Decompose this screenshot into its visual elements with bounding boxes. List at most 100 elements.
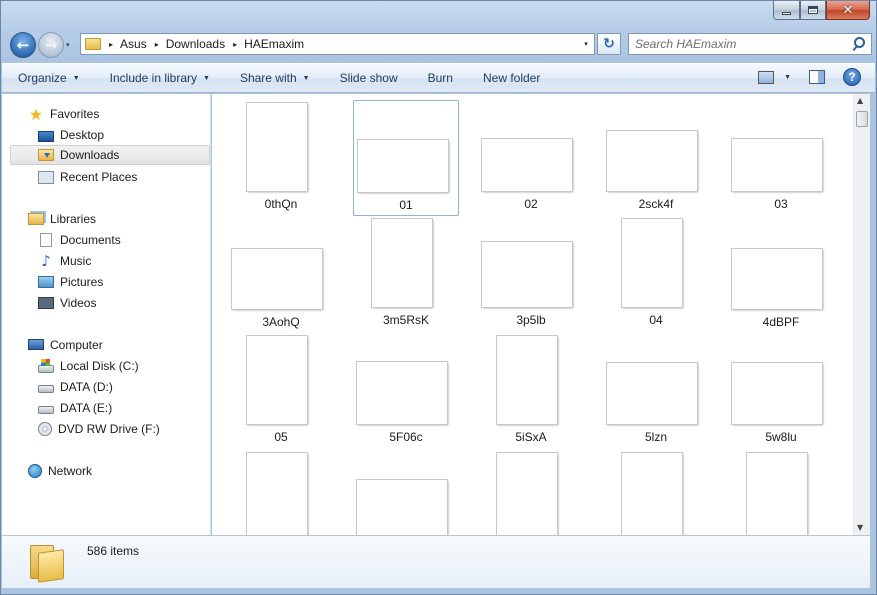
photo-thumbnail[interactable] [357, 139, 449, 193]
breadcrumb-separator[interactable]: ▸ [155, 40, 159, 49]
file-item[interactable]: 5lzn [603, 333, 709, 449]
file-item[interactable]: 2sck4f [603, 100, 709, 216]
share-with-button[interactable]: Share with ▼ [240, 71, 310, 85]
file-name: 04 [649, 313, 663, 327]
caption-buttons: ✕ [773, 1, 870, 20]
nav-item-documents[interactable]: Documents [38, 230, 121, 250]
include-in-library-button[interactable]: Include in library ▼ [110, 71, 210, 85]
file-item[interactable]: 3m5RsK [353, 216, 459, 332]
file-item[interactable] [228, 450, 334, 535]
help-icon[interactable]: ? [843, 68, 861, 86]
file-item[interactable]: 5F06c [353, 333, 459, 449]
photo-thumbnail[interactable] [496, 452, 558, 535]
maximize-button[interactable] [800, 1, 826, 20]
close-button[interactable]: ✕ [826, 1, 870, 20]
slide-show-button[interactable]: Slide show [340, 71, 398, 85]
recent-places-icon [38, 170, 54, 184]
breadcrumb-separator[interactable]: ▸ [109, 40, 113, 49]
favorites-group[interactable]: ★ Favorites [28, 104, 100, 124]
new-folder-button[interactable]: New folder [483, 71, 540, 85]
forward-button[interactable]: → [38, 32, 64, 58]
photo-thumbnail[interactable] [746, 452, 808, 535]
file-item[interactable]: 0thQn [228, 100, 334, 216]
file-name: 5lzn [644, 430, 667, 444]
refresh-icon: ↻ [603, 36, 615, 52]
minimize-button[interactable] [773, 1, 800, 20]
file-item[interactable]: 3AohQ [228, 216, 334, 332]
organize-button[interactable]: Organize ▼ [18, 71, 80, 85]
nav-item-data-d[interactable]: DATA (D:) [38, 377, 113, 397]
photo-thumbnail[interactable] [496, 335, 558, 425]
refresh-button[interactable]: ↻ [597, 33, 621, 55]
breadcrumb-separator[interactable]: ▸ [233, 40, 237, 49]
photo-thumbnail[interactable] [246, 102, 308, 192]
file-item[interactable]: 4dBPF [728, 216, 834, 332]
file-item[interactable] [478, 450, 584, 535]
nav-item-recent-places[interactable]: Recent Places [38, 167, 137, 187]
file-item[interactable]: 01 [353, 100, 459, 216]
photo-thumbnail[interactable] [606, 362, 698, 425]
nav-item-dvd-drive[interactable]: DVD RW Drive (F:) [38, 419, 160, 439]
photo-thumbnail[interactable] [481, 241, 573, 308]
file-item[interactable]: 3p5lb [478, 216, 584, 332]
photo-thumbnail[interactable] [246, 335, 308, 425]
preview-pane-icon[interactable] [809, 70, 825, 84]
libraries-group[interactable]: Libraries [28, 209, 96, 229]
file-item[interactable]: 5w8lu [728, 333, 834, 449]
computer-group[interactable]: Computer [28, 335, 103, 355]
file-name: 3AohQ [262, 315, 300, 329]
recent-pages-dropdown[interactable]: ▾ [66, 41, 70, 49]
photo-thumbnail[interactable] [246, 452, 308, 535]
photo-thumbnail[interactable] [731, 138, 823, 192]
file-name: 5F06c [389, 430, 423, 444]
scroll-up-arrow[interactable]: ▲ [857, 96, 863, 105]
back-button[interactable]: ← [10, 32, 36, 58]
vertical-scrollbar[interactable]: ▲ ▼ [853, 94, 870, 535]
photo-thumbnail[interactable] [731, 248, 823, 310]
nav-item-label: DVD RW Drive (F:) [58, 422, 160, 436]
file-item[interactable] [728, 450, 834, 535]
file-item[interactable]: 04 [603, 216, 709, 332]
more-options-dropdown[interactable]: ▼ [784, 74, 791, 81]
nav-item-music[interactable]: ♪ Music [38, 251, 91, 271]
photo-thumbnail[interactable] [606, 130, 698, 192]
photo-thumbnail[interactable] [481, 138, 573, 192]
photo-thumbnail[interactable] [621, 218, 683, 308]
breadcrumb-asus[interactable]: Asus [120, 37, 147, 51]
photo-thumbnail[interactable] [371, 218, 433, 308]
breadcrumb-haemaxim[interactable]: HAEmaxim [244, 37, 304, 51]
change-view-icon[interactable] [758, 70, 775, 84]
share-with-label: Share with [239, 71, 297, 85]
search-icon[interactable] [851, 36, 867, 52]
breadcrumb-downloads[interactable]: Downloads [166, 37, 225, 51]
nav-item-label: Documents [60, 233, 121, 247]
file-item[interactable] [603, 450, 709, 535]
include-in-library-label: Include in library [109, 71, 198, 85]
photo-thumbnail[interactable] [231, 248, 323, 310]
photo-thumbnail[interactable] [356, 479, 448, 535]
file-item[interactable]: 5iSxA [478, 333, 584, 449]
file-item[interactable]: 02 [478, 100, 584, 216]
scroll-down-arrow[interactable]: ▼ [857, 523, 863, 532]
scroll-thumb[interactable] [856, 111, 868, 127]
nav-item-local-disk-c[interactable]: Local Disk (C:) [38, 356, 139, 376]
nav-item-downloads[interactable]: Downloads [10, 145, 210, 165]
file-item[interactable]: 05 [228, 333, 334, 449]
address-bar[interactable]: ▸ Asus ▸ Downloads ▸ HAEmaxim ▾ [80, 33, 595, 55]
photo-thumbnail[interactable] [356, 361, 448, 425]
folder-icon [85, 38, 101, 50]
nav-item-data-e[interactable]: DATA (E:) [38, 398, 112, 418]
nav-item-videos[interactable]: Videos [38, 293, 96, 313]
photo-thumbnail[interactable] [621, 452, 683, 535]
burn-button[interactable]: Burn [428, 71, 453, 85]
file-item[interactable] [353, 450, 459, 535]
file-name: 4dBPF [762, 315, 800, 329]
search-input[interactable] [629, 37, 851, 51]
network-group[interactable]: Network [28, 461, 92, 481]
address-dropdown-button[interactable]: ▾ [578, 34, 594, 54]
photo-thumbnail[interactable] [731, 362, 823, 425]
file-item[interactable]: 03 [728, 100, 834, 216]
nav-item-pictures[interactable]: Pictures [38, 272, 103, 292]
nav-item-desktop[interactable]: Desktop [38, 125, 104, 145]
libraries-icon [28, 213, 44, 225]
